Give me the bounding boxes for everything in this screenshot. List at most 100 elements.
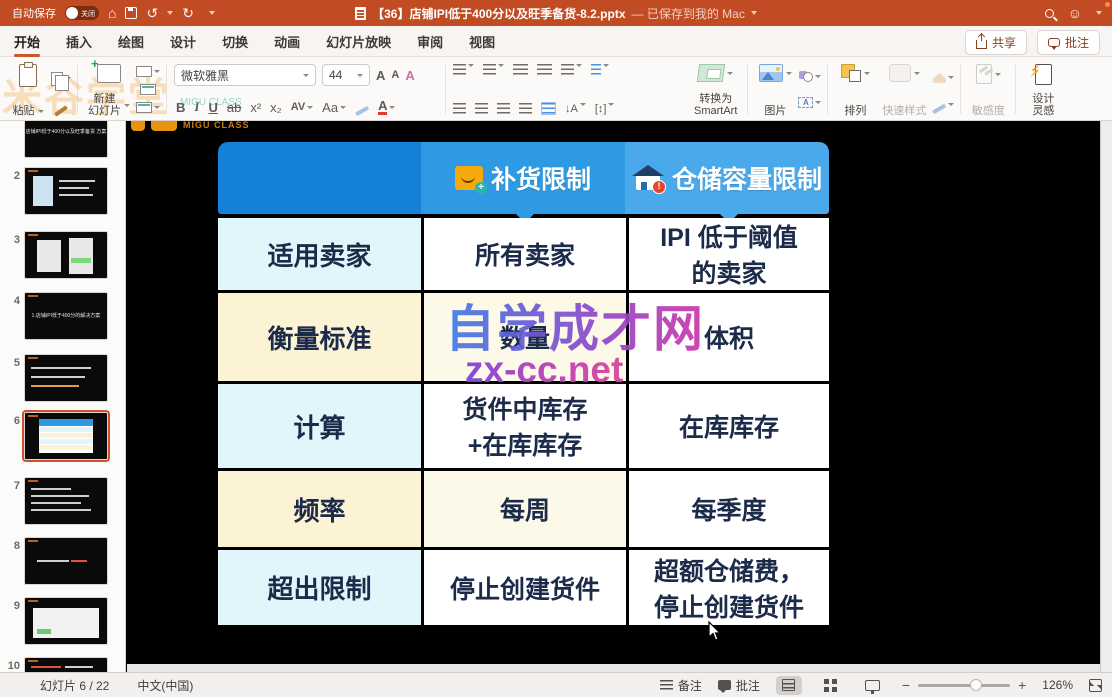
pictures-button[interactable]: 图片 xyxy=(753,61,797,118)
zoom-slider-thumb[interactable] xyxy=(970,679,982,691)
zoom-level[interactable]: 126% xyxy=(1042,678,1073,692)
italic-button[interactable]: I xyxy=(194,99,199,115)
arrange-button[interactable]: 排列 xyxy=(833,61,877,118)
zoom-out-button[interactable]: − xyxy=(902,677,910,693)
save-status[interactable]: — 已保存到我的 Mac xyxy=(632,5,745,22)
sensitivity-button[interactable]: 敏感度 xyxy=(966,61,1010,118)
tab-review[interactable]: 审阅 xyxy=(417,26,443,56)
tab-design[interactable]: 设计 xyxy=(170,26,196,56)
layout-button[interactable] xyxy=(136,66,160,77)
shape-outline-button[interactable] xyxy=(932,103,954,107)
format-painter-icon[interactable] xyxy=(54,106,68,117)
subscript-button[interactable]: x₂ xyxy=(270,100,282,115)
comments-button[interactable]: 批注 xyxy=(1037,30,1100,55)
change-case-button[interactable]: Aa xyxy=(322,100,346,115)
highlight-pen-icon[interactable] xyxy=(355,106,369,116)
tab-transitions[interactable]: 切换 xyxy=(222,26,248,56)
share-button[interactable]: 共享 xyxy=(965,30,1027,55)
thumbnail-slide-5[interactable] xyxy=(25,355,107,401)
new-slide-button[interactable]: 新建 幻灯片 xyxy=(83,61,135,118)
slideshow-button[interactable] xyxy=(860,676,886,695)
zoom-slider[interactable] xyxy=(918,684,1010,687)
pictures-label: 图片 xyxy=(764,105,786,117)
align-center-icon[interactable] xyxy=(475,103,488,114)
justify-icon[interactable] xyxy=(519,103,532,114)
save-icon[interactable] xyxy=(125,7,137,19)
search-icon[interactable] xyxy=(1045,9,1054,18)
tab-view[interactable]: 视图 xyxy=(469,26,495,56)
account-chevron-icon[interactable] xyxy=(1096,11,1102,15)
design-ideas-button[interactable]: ⚡ 设计 灵感 xyxy=(1021,61,1065,118)
line-spacing-chevron-icon xyxy=(576,64,582,67)
bullets-button[interactable] xyxy=(453,64,474,75)
align-right-icon[interactable] xyxy=(497,103,510,114)
normal-view-button[interactable] xyxy=(776,676,802,695)
textbox-button[interactable]: A xyxy=(798,97,821,108)
fit-to-window-button[interactable] xyxy=(1089,679,1102,692)
redo-icon[interactable]: ↻ xyxy=(182,6,194,20)
header-restock-limits: 补货限制 xyxy=(421,142,625,214)
font-name-select[interactable]: 微软雅黑 xyxy=(174,64,316,86)
undo-icon[interactable]: ↺ xyxy=(146,6,158,20)
home-icon[interactable]: ⌂ xyxy=(108,6,116,20)
align-left-icon[interactable] xyxy=(453,103,466,114)
slide-canvas[interactable]: MIGU CLASS 补货限制 ! 仓储容量限制 适用卖家 所有卖家 IPI 低… xyxy=(127,121,1100,664)
thumbnail-slide-9[interactable] xyxy=(25,598,107,644)
shrink-font-button[interactable]: A xyxy=(391,69,399,81)
reset-slide-icon[interactable] xyxy=(140,84,156,95)
columns-button[interactable] xyxy=(591,64,609,75)
paste-button[interactable]: 粘贴 xyxy=(6,61,50,118)
thumbnail-slide-6-selected[interactable] xyxy=(25,413,107,459)
thumbnail-slide-4[interactable]: 1.店铺IPI低于400分的解决方案 xyxy=(25,293,107,339)
thumbnail-slide-8[interactable] xyxy=(25,538,107,584)
notes-button[interactable]: 备注 xyxy=(660,677,702,694)
numbering-button[interactable] xyxy=(483,64,504,75)
indent-icon[interactable] xyxy=(537,64,552,75)
distribute-icon[interactable] xyxy=(541,102,556,115)
align-text-button[interactable]: [↕] xyxy=(595,103,615,115)
statusbar-comment-icon xyxy=(718,680,731,690)
bold-button[interactable]: B xyxy=(176,100,185,115)
thumb4-text: 1.店铺IPI低于400分的解决方案 xyxy=(25,313,107,319)
underline-button[interactable]: U xyxy=(208,100,217,115)
char-spacing-button[interactable]: AV xyxy=(291,101,313,113)
quick-access-chevron-icon[interactable] xyxy=(209,11,215,15)
thumbnail-slide-2[interactable] xyxy=(25,168,107,214)
title-chevron-icon[interactable] xyxy=(751,11,757,15)
thumbnail-slide-3[interactable] xyxy=(25,232,107,278)
zoom-in-button[interactable]: + xyxy=(1018,677,1026,693)
tab-animations[interactable]: 动画 xyxy=(274,26,300,56)
picture-icon xyxy=(759,64,783,82)
line-spacing-button[interactable] xyxy=(561,64,582,75)
slide-sorter-view-button[interactable] xyxy=(818,676,844,695)
shape-fill-button[interactable] xyxy=(933,73,954,83)
convert-smartart-button[interactable]: 转换为 SmartArt xyxy=(689,61,742,118)
vertical-scrollbar[interactable] xyxy=(1100,121,1112,672)
thumbnail-slide-1[interactable]: 店铺IPI低于400分以及旺季备货 方案 xyxy=(25,121,107,157)
copy-button[interactable] xyxy=(51,72,71,86)
clear-format-button[interactable]: A xyxy=(405,68,414,83)
account-smiley-icon[interactable]: ☺ xyxy=(1068,6,1082,20)
thumb-number-7: 7 xyxy=(4,480,20,492)
grow-font-button[interactable]: A xyxy=(376,68,385,83)
statusbar-comments-button[interactable]: 批注 xyxy=(718,677,760,694)
tab-insert[interactable]: 插入 xyxy=(66,26,92,56)
font-color-button[interactable]: A xyxy=(378,100,395,115)
quick-styles-button[interactable]: 快速样式 xyxy=(877,61,931,118)
text-direction-button[interactable]: ↓A xyxy=(565,103,586,115)
lightning-icon: ⚡ xyxy=(1030,62,1041,80)
superscript-button[interactable]: x² xyxy=(250,100,261,115)
section-button[interactable] xyxy=(136,102,160,113)
autosave-toggle[interactable]: 关闭 xyxy=(65,6,99,20)
thumbnail-slide-7[interactable] xyxy=(25,478,107,524)
tab-draw[interactable]: 绘图 xyxy=(118,26,144,56)
thumbnail-slide-10[interactable] xyxy=(25,658,107,672)
shapes-button[interactable] xyxy=(799,71,821,82)
undo-chevron-icon[interactable] xyxy=(167,11,173,15)
tab-home[interactable]: 开始 xyxy=(14,26,40,56)
tab-slideshow[interactable]: 幻灯片放映 xyxy=(326,26,391,56)
language-indicator[interactable]: 中文(中国) xyxy=(137,677,193,694)
outdent-icon[interactable] xyxy=(513,64,528,75)
font-size-select[interactable]: 44 xyxy=(322,64,370,86)
strikethrough-button[interactable]: ab xyxy=(227,100,241,115)
